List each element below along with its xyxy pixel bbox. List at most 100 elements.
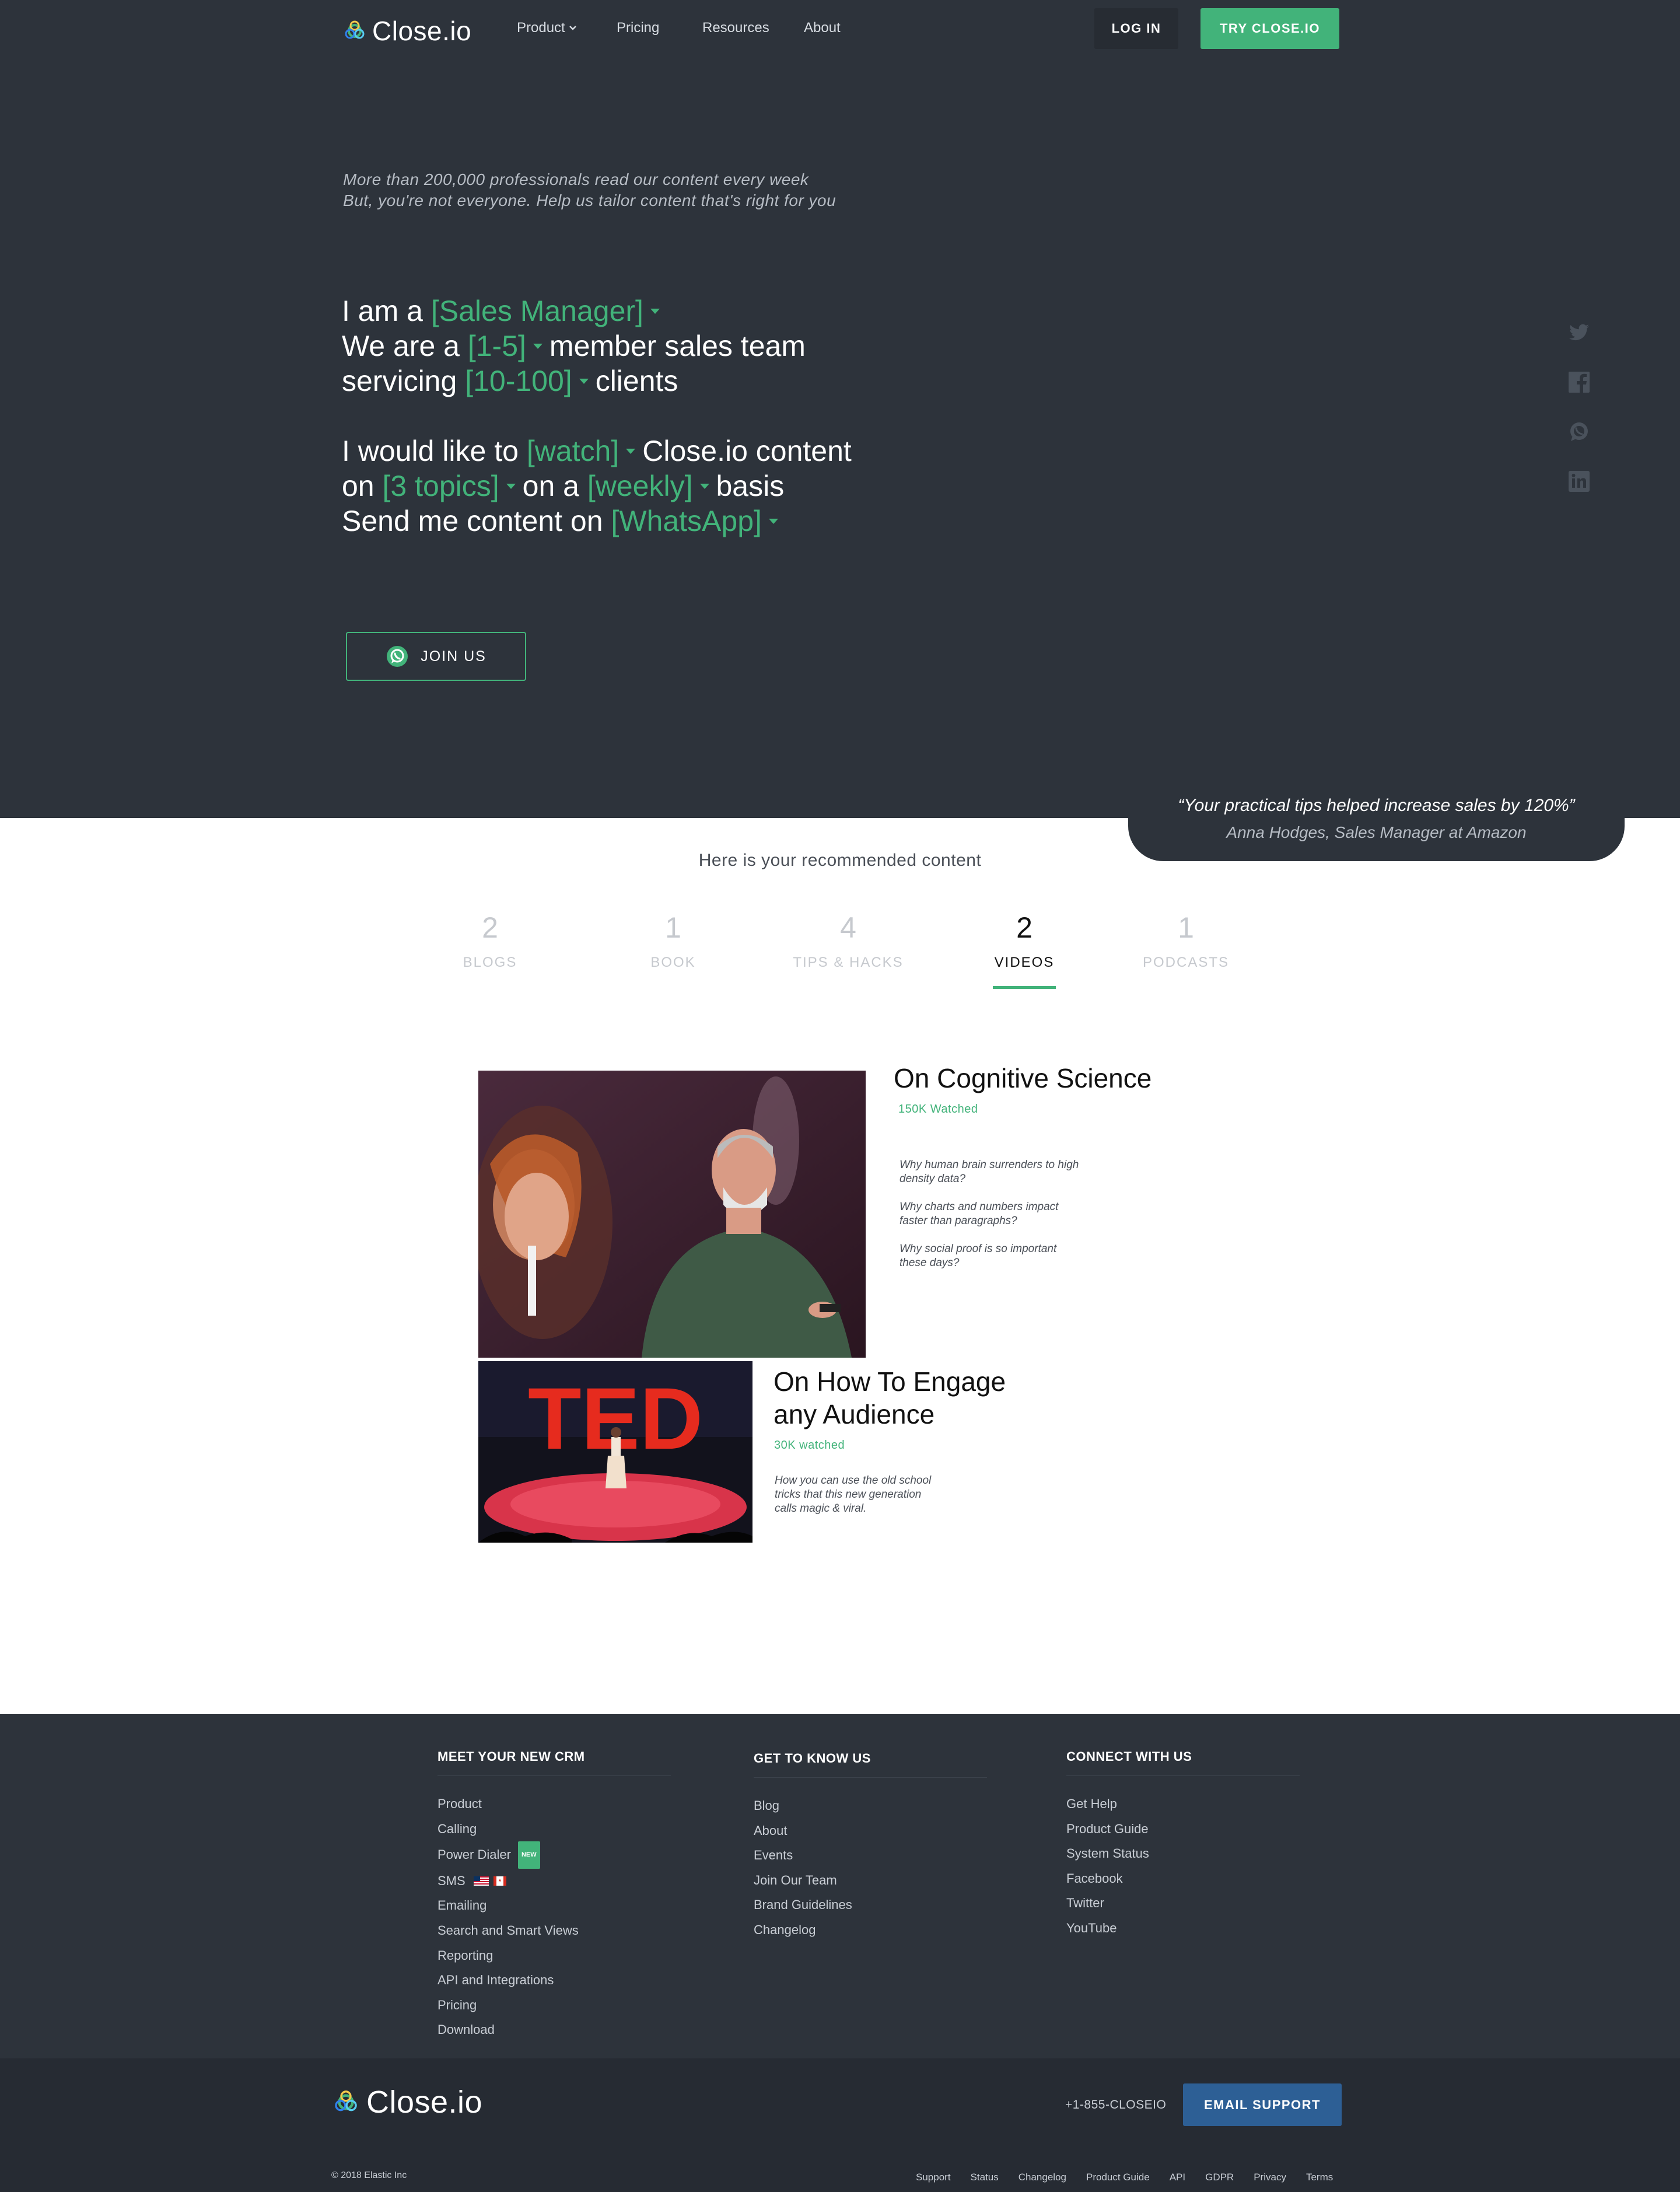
frequency-select[interactable]: [weekly] (587, 470, 716, 502)
legal-link-changelog[interactable]: Changelog (1019, 2172, 1066, 2183)
nav-product[interactable]: Product (517, 20, 577, 36)
tab-count: 1 (665, 911, 681, 944)
description-line: tricks that this new generation (775, 1488, 922, 1501)
sentence-text: clients (595, 365, 678, 397)
twitter-icon[interactable] (1567, 321, 1591, 344)
footer-link-reporting[interactable]: Reporting (438, 1943, 579, 1969)
team-size-value: [1-5] (467, 330, 526, 362)
sentence-text: I would like to (342, 435, 519, 467)
video-thumbnail-engage-audience[interactable]: TED (478, 1361, 752, 1543)
sentence-text: servicing (342, 365, 457, 397)
linkedin-icon[interactable] (1567, 470, 1591, 493)
footer-link-status[interactable]: System Status (1066, 1841, 1149, 1866)
footer-col-title: GET TO KNOW US (754, 1751, 871, 1766)
bullet-line: Why human brain surrenders to high (900, 1159, 1079, 1171)
footer-link-power-dialer[interactable]: Power Dialer NEW (438, 1841, 579, 1869)
frequency-value: [weekly] (587, 470, 693, 502)
channel-value: [WhatsApp] (611, 505, 762, 537)
channel-select[interactable]: [WhatsApp] (611, 505, 785, 537)
whatsapp-icon[interactable] (1567, 420, 1591, 443)
team-size-select[interactable]: [1-5] (468, 330, 550, 362)
legal-link-status[interactable]: Status (971, 2172, 999, 2183)
footer-link-pricing[interactable]: Pricing (438, 1993, 579, 2018)
topics-select[interactable]: [3 topics] (383, 470, 523, 502)
tab-label: PODCASTS (1142, 955, 1230, 970)
ted-stage-image: TED (478, 1361, 752, 1543)
legal-link-api[interactable]: API (1170, 2172, 1185, 2183)
login-button[interactable]: LOG IN (1094, 8, 1178, 49)
footer-link-sms[interactable]: SMS (438, 1869, 579, 1894)
footer-link-calling[interactable]: Calling (438, 1817, 579, 1842)
sentence-line-role: I am a [Sales Manager] (342, 293, 667, 328)
email-support-button[interactable]: EMAIL SUPPORT (1183, 2083, 1342, 2126)
sentence-line-mode: I would like to [watch] Close.io content (342, 433, 852, 469)
phone-number[interactable]: +1-855-CLOSEIO (1065, 2098, 1166, 2112)
bullet-line: Why social proof is so important (900, 1243, 1057, 1255)
footer-link-emailing[interactable]: Emailing (438, 1893, 579, 1918)
mode-value: [watch] (526, 435, 620, 467)
legal-link-product-guide[interactable]: Product Guide (1086, 2172, 1150, 2183)
logo-text: Close.io (366, 2085, 483, 2120)
footer-link-brand[interactable]: Brand Guidelines (754, 1893, 852, 1918)
whatsapp-icon (387, 646, 408, 667)
sentence-text: basis (716, 470, 785, 502)
legal-link-support[interactable]: Support (916, 2172, 951, 2183)
testimonial-quote: “Your practical tips helped increase sal… (1178, 796, 1575, 815)
close-logo-icon (345, 20, 365, 39)
role-select[interactable]: [Sales Manager] (431, 295, 667, 327)
footer-link-changelog[interactable]: Changelog (754, 1918, 852, 1943)
testimonial-author: Anna Hodges, Sales Manager at Amazon (1226, 823, 1527, 841)
footer-divider (754, 1777, 987, 1778)
footer-link-search[interactable]: Search and Smart Views (438, 1918, 579, 1943)
bullet-line: Why charts and numbers impact (900, 1201, 1059, 1213)
header-logo[interactable]: Close.io (342, 15, 471, 47)
footer-link-about[interactable]: About (754, 1819, 852, 1844)
join-us-label: JOIN US (421, 648, 487, 665)
tab-videos[interactable]: 2 VIDEOS (954, 904, 1094, 971)
topics-value: [3 topics] (382, 470, 499, 502)
clients-select[interactable]: [10-100] (465, 365, 595, 397)
tab-book[interactable]: 1 BOOK (603, 904, 743, 971)
video-title[interactable]: On Cognitive Science (894, 1062, 1152, 1095)
video-thumbnail-cognitive-science[interactable] (478, 1071, 866, 1358)
legal-link-terms[interactable]: Terms (1306, 2172, 1333, 2183)
join-us-button[interactable]: JOIN US (346, 632, 526, 681)
caret-down-icon (579, 379, 589, 384)
footer-link-product-guide[interactable]: Product Guide (1066, 1817, 1149, 1842)
footer-link-youtube[interactable]: YouTube (1066, 1916, 1149, 1941)
tab-tips-hacks[interactable]: 4 TIPS & HACKS (778, 904, 918, 971)
footer-link-blog[interactable]: Blog (754, 1794, 852, 1819)
bullet-line: these days? (900, 1257, 960, 1269)
footer-logo[interactable]: Close.io (331, 2084, 482, 2120)
footer-link-help[interactable]: Get Help (1066, 1792, 1149, 1817)
footer-link-twitter[interactable]: Twitter (1066, 1891, 1149, 1916)
facebook-icon[interactable] (1567, 370, 1591, 394)
footer-link-facebook[interactable]: Facebook (1066, 1866, 1149, 1892)
legal-link-gdpr[interactable]: GDPR (1205, 2172, 1234, 2183)
bullet-line: faster than paragraphs? (900, 1215, 1017, 1227)
footer-link-events[interactable]: Events (754, 1843, 852, 1868)
footer-link-join-team[interactable]: Join Our Team (754, 1868, 852, 1893)
nav-resources[interactable]: Resources (702, 20, 769, 36)
video-title[interactable]: On How To Engage any Audience (774, 1365, 1006, 1431)
video-title-line: any Audience (774, 1399, 935, 1429)
footer-link-download[interactable]: Download (438, 2018, 579, 2043)
nav-about[interactable]: About (804, 20, 841, 36)
new-badge: NEW (517, 1841, 540, 1869)
footer-col-links: Blog About Events Join Our Team Brand Gu… (754, 1794, 852, 1943)
testimonial-card: “Your practical tips helped increase sal… (1128, 778, 1625, 861)
tab-count: 2 (482, 911, 498, 944)
tab-podcasts[interactable]: 1 PODCASTS (1116, 904, 1256, 971)
try-button[interactable]: TRY CLOSE.IO (1200, 8, 1339, 49)
logo-text: Close.io (372, 16, 472, 46)
hero-section: Close.io Product Pricing Resources About… (0, 0, 1680, 818)
recommended-title: Here is your recommended content (698, 851, 982, 870)
footer-link-product[interactable]: Product (438, 1792, 579, 1817)
footer-link-api[interactable]: API and Integrations (438, 1968, 579, 1993)
mode-select[interactable]: [watch] (527, 435, 642, 467)
video-title-line: On How To Engage (774, 1366, 1006, 1397)
tab-blogs[interactable]: 2 BLOGS (420, 904, 560, 971)
legal-link-privacy[interactable]: Privacy (1254, 2172, 1286, 2183)
sentence-text: on a (522, 470, 579, 502)
nav-pricing[interactable]: Pricing (617, 20, 659, 36)
